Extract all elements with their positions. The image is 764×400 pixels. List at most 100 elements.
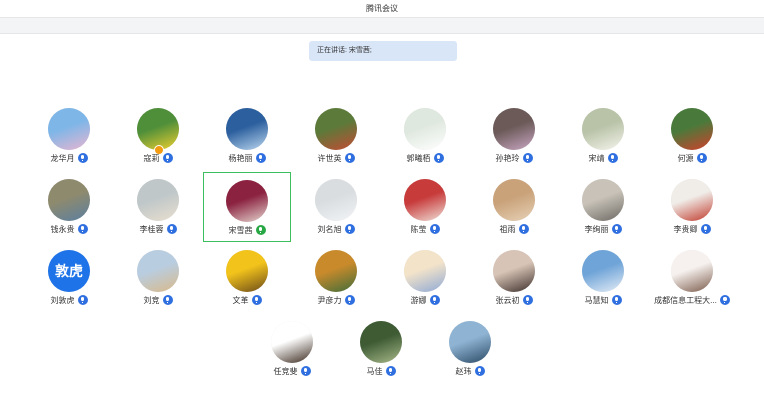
microphone-icon[interactable] (166, 224, 177, 234)
participant-tile[interactable]: 祖雨 (470, 172, 558, 242)
participant-tile[interactable]: 游娜 (381, 243, 469, 313)
participant-tile[interactable]: 孙艳玲 (470, 101, 558, 171)
microphone-icon[interactable] (696, 153, 707, 163)
participant-tile[interactable]: 李桂蓉 (114, 172, 202, 242)
microphone-icon[interactable] (162, 153, 173, 163)
participant-name: 张云初 (495, 295, 520, 305)
participant-tile[interactable]: 宋雪茜 (203, 172, 291, 242)
microphone-icon[interactable] (77, 224, 88, 234)
microphone-icon[interactable] (518, 224, 529, 234)
participant-tile[interactable]: 敦虎刘敦虎 (25, 243, 113, 313)
participant-tile[interactable]: 钱永贵 (25, 172, 113, 242)
participant-tile[interactable]: 何源 (648, 101, 736, 171)
participant-tile[interactable]: 成都信息工程大... (648, 243, 736, 313)
participant-name: 刘竞 (143, 295, 160, 305)
microphone-icon[interactable] (522, 295, 533, 305)
participant-name: 祖雨 (499, 224, 516, 234)
microphone-icon[interactable] (385, 366, 396, 376)
participant-name-row: 杨艳丽 (203, 152, 291, 164)
participant-name: 何源 (677, 153, 694, 163)
anime-avatar-icon (671, 250, 713, 292)
participant-name: 任竞斐 (273, 366, 298, 376)
participant-tile[interactable]: 张云初 (470, 243, 558, 313)
microphone-icon[interactable] (474, 366, 485, 376)
microphone-icon[interactable] (300, 366, 311, 376)
participant-name: 刘敦虎 (50, 295, 75, 305)
participant-tile[interactable]: 尹彦力 (292, 243, 380, 313)
microphone-icon[interactable] (77, 153, 88, 163)
microphone-icon[interactable] (429, 224, 440, 234)
microphone-icon[interactable] (522, 153, 533, 163)
microphone-icon[interactable] (700, 224, 711, 234)
participant-name-row: 张云初 (470, 294, 558, 306)
microphone-icon[interactable] (344, 295, 355, 305)
participant-name-row: 李桂蓉 (114, 223, 202, 235)
cartoon-face-avatar-icon (404, 250, 446, 292)
microphone-icon[interactable] (607, 153, 618, 163)
avatar-initials: 敦虎 (55, 263, 83, 279)
microphone-icon[interactable] (251, 295, 262, 305)
participant-tile[interactable]: 李贵卿 (648, 172, 736, 242)
cartoon-girl-avatar-icon (271, 321, 313, 363)
participant-name-row: 刘竞 (114, 294, 202, 306)
microphone-icon[interactable] (719, 295, 730, 305)
participant-tile[interactable]: 刘名旭 (292, 172, 380, 242)
yellow-flower-avatar-icon (137, 108, 179, 150)
microphone-icon[interactable] (344, 153, 355, 163)
participant-tile[interactable]: 赵玮 (426, 314, 514, 384)
participant-tile[interactable]: 宋靖 (559, 101, 647, 171)
participant-name: 李贵卿 (673, 224, 698, 234)
microphone-icon[interactable] (162, 295, 173, 305)
participant-tile[interactable]: 郭曦栢 (381, 101, 469, 171)
participant-tile[interactable]: 马佳 (337, 314, 425, 384)
landscape-avatar-icon (48, 179, 90, 221)
participant-name-row: 文革 (203, 294, 291, 306)
participant-name-row: 尹彦力 (292, 294, 380, 306)
participant-name: 文革 (232, 295, 249, 305)
participant-name-row: 游娜 (381, 294, 469, 306)
participant-tile[interactable]: 文革 (203, 243, 291, 313)
initials-avatar-icon: 敦虎 (48, 250, 90, 292)
participant-name-row: 宋雪茜 (204, 224, 290, 236)
participant-name-row: 刘名旭 (292, 223, 380, 235)
flowers-avatar-icon (582, 108, 624, 150)
sketch-avatar-icon (671, 179, 713, 221)
participant-name: 杨艳丽 (228, 153, 253, 163)
microphone-icon[interactable] (611, 295, 622, 305)
participant-tile[interactable]: 任竞斐 (248, 314, 336, 384)
microphone-icon[interactable] (429, 295, 440, 305)
plant-avatar-icon (315, 108, 357, 150)
participant-name-row: 孙艳玲 (470, 152, 558, 164)
participant-tile[interactable]: 龙华月 (25, 101, 113, 171)
participant-name-row: 郭曦栢 (381, 152, 469, 164)
participant-tile[interactable]: 刘竞 (114, 243, 202, 313)
selfie-avatar-icon (493, 250, 535, 292)
participant-name: 赵玮 (455, 366, 472, 376)
participant-name: 宋靖 (588, 153, 605, 163)
doll-avatar-icon (404, 179, 446, 221)
microphone-icon[interactable] (77, 295, 88, 305)
participant-tile[interactable]: 寇莉 (114, 101, 202, 171)
participant-tile[interactable]: 杨艳丽 (203, 101, 291, 171)
portrait-avatar-icon (226, 180, 268, 222)
participant-name-row: 马佳 (337, 365, 425, 377)
participant-name: 李桂蓉 (139, 224, 164, 234)
participant-name: 李绚丽 (584, 224, 609, 234)
microphone-icon[interactable] (344, 224, 355, 234)
participant-name-row: 李贵卿 (648, 223, 736, 235)
microphone-icon[interactable] (255, 153, 266, 163)
participant-name-row: 李绚丽 (559, 223, 647, 235)
participant-tile[interactable]: 马慧知 (559, 243, 647, 313)
participant-tile[interactable]: 陈莹 (381, 172, 469, 242)
participant-name-row: 龙华月 (25, 152, 113, 164)
microphone-icon[interactable] (611, 224, 622, 234)
participant-name: 钱永贵 (50, 224, 75, 234)
foggy-avatar-icon (315, 179, 357, 221)
participant-tile[interactable]: 许世英 (292, 101, 380, 171)
room-avatar-icon (493, 108, 535, 150)
participant-tile[interactable]: 李绚丽 (559, 172, 647, 242)
participant-name-row: 陈莹 (381, 223, 469, 235)
microphone-icon[interactable] (255, 225, 266, 235)
coast-avatar-icon (582, 250, 624, 292)
microphone-icon[interactable] (433, 153, 444, 163)
